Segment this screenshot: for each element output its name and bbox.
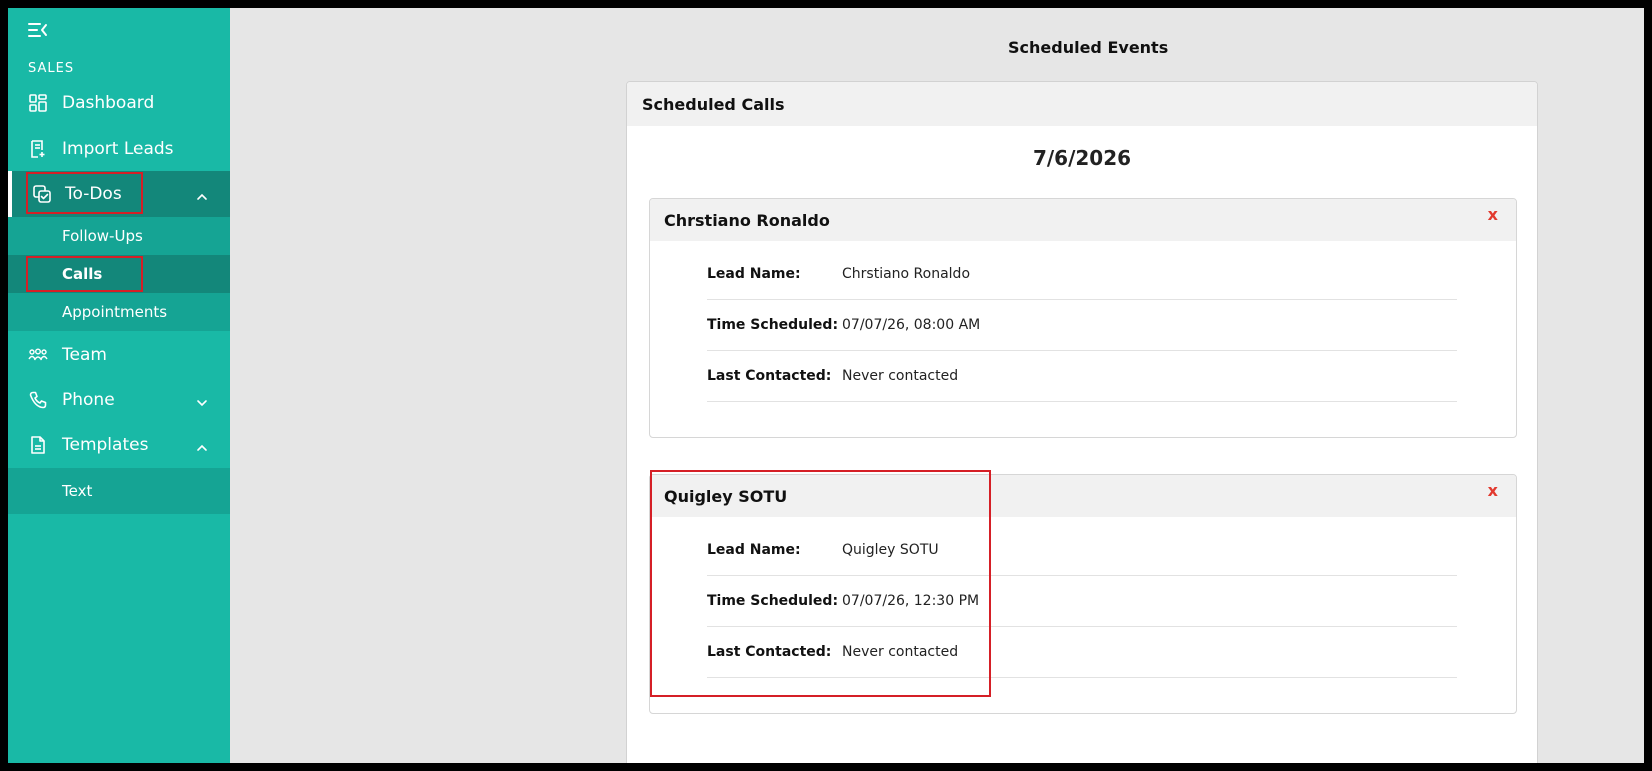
detail-value: Chrstiano Ronaldo xyxy=(842,266,971,282)
section-label-sales: SALES xyxy=(28,61,75,76)
remove-event-button[interactable]: x xyxy=(1488,481,1498,500)
sidebar-subitem-label: Text xyxy=(62,482,93,500)
detail-value: Never contacted xyxy=(842,368,959,384)
date-heading: 7/6/2026 xyxy=(1032,146,1132,170)
sidebar-item-todos[interactable]: To-Dos xyxy=(8,171,230,217)
detail-row-time-scheduled: Time Scheduled: 07/07/26, 12:30 PM xyxy=(707,576,1457,627)
event-card-title: Chrstiano Ronaldo xyxy=(650,199,1516,241)
phone-icon xyxy=(28,390,48,410)
sidebar-item-templates[interactable]: Templates xyxy=(8,422,230,468)
sidebar-item-team[interactable]: Team xyxy=(8,332,230,378)
sidebar-subitem-label: Follow-Ups xyxy=(62,227,143,245)
detail-row-lead-name: Lead Name: Quigley SOTU xyxy=(707,525,1457,576)
todos-icon xyxy=(32,184,52,204)
detail-value: Quigley SOTU xyxy=(842,542,939,558)
detail-value: 07/07/26, 08:00 AM xyxy=(842,317,981,333)
dashboard-icon xyxy=(28,93,48,113)
scheduled-calls-panel: Scheduled Calls 7/6/2026 Chrstiano Ronal… xyxy=(626,81,1538,763)
sidebar-item-label: Templates xyxy=(62,435,149,455)
app-window: SALES Dashboard Import Leads To-Dos Foll… xyxy=(0,0,1652,771)
chevron-up-icon xyxy=(196,439,208,451)
detail-label: Time Scheduled: xyxy=(707,593,839,609)
detail-label: Last Contacted: xyxy=(707,644,832,660)
remove-event-button[interactable]: x xyxy=(1488,205,1498,224)
detail-value: Never contacted xyxy=(842,644,959,660)
detail-row-last-contacted: Last Contacted: Never contacted xyxy=(707,627,1457,678)
sidebar-item-label: Team xyxy=(62,345,107,365)
detail-label: Lead Name: xyxy=(707,542,801,558)
detail-row-last-contacted: Last Contacted: Never contacted xyxy=(707,351,1457,402)
event-card: Chrstiano Ronaldo x Lead Name: Chrstiano… xyxy=(649,198,1517,438)
templates-icon xyxy=(28,435,48,455)
sidebar-subitem-calls[interactable]: Calls xyxy=(8,255,230,293)
sidebar-item-phone[interactable]: Phone xyxy=(8,377,230,423)
sidebar: SALES Dashboard Import Leads To-Dos Foll… xyxy=(8,8,230,763)
chevron-down-icon xyxy=(196,394,208,407)
detail-label: Lead Name: xyxy=(707,266,801,282)
event-card: Quigley SOTU x Lead Name: Quigley SOTU T… xyxy=(649,474,1517,714)
sidebar-item-dashboard[interactable]: Dashboard xyxy=(8,80,230,126)
sidebar-subitem-text[interactable]: Text xyxy=(8,468,230,514)
todos-submenu: Follow-Ups Calls Appointments xyxy=(8,217,230,331)
detail-row-time-scheduled: Time Scheduled: 07/07/26, 08:00 AM xyxy=(707,300,1457,351)
sidebar-item-label: Dashboard xyxy=(62,93,155,113)
chevron-up-icon xyxy=(196,188,208,200)
detail-value: 07/07/26, 12:30 PM xyxy=(842,593,980,609)
collapse-menu-icon[interactable] xyxy=(28,22,48,38)
sidebar-subitem-appointments[interactable]: Appointments xyxy=(8,293,230,331)
sidebar-item-label: To-Dos xyxy=(65,184,122,204)
sidebar-subitem-follow-ups[interactable]: Follow-Ups xyxy=(8,217,230,255)
page-title: Scheduled Events xyxy=(1008,38,1169,57)
sidebar-item-label: Phone xyxy=(62,390,115,410)
event-card-title: Quigley SOTU xyxy=(650,475,1516,517)
templates-submenu: Text xyxy=(8,468,230,514)
detail-label: Last Contacted: xyxy=(707,368,832,384)
panel-title: Scheduled Calls xyxy=(627,82,1537,126)
detail-row-lead-name: Lead Name: Chrstiano Ronaldo xyxy=(707,249,1457,300)
import-leads-icon xyxy=(28,139,48,159)
sidebar-subitem-label: Calls xyxy=(62,265,103,283)
sidebar-item-label: Import Leads xyxy=(62,139,174,159)
sidebar-item-import-leads[interactable]: Import Leads xyxy=(8,126,230,172)
sidebar-subitem-label: Appointments xyxy=(62,303,168,321)
team-icon xyxy=(28,345,48,365)
detail-label: Time Scheduled: xyxy=(707,317,839,333)
